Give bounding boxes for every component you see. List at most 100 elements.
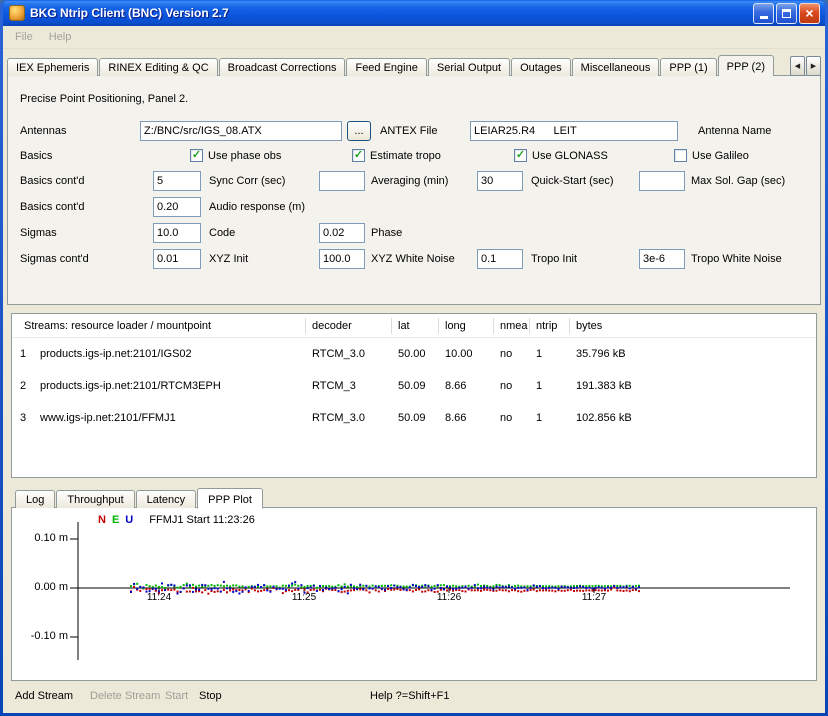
tropo-init-input[interactable] <box>477 249 523 269</box>
tab-scroll-right-button[interactable]: ▶ <box>806 56 821 76</box>
browse-button[interactable]: ... <box>347 121 371 141</box>
nmea-cell: no <box>494 348 530 360</box>
tab-broadcast-corrections[interactable]: Broadcast Corrections <box>219 58 346 76</box>
phase-sigma-input[interactable] <box>319 223 365 243</box>
stream-row[interactable]: 3 www.igs-ip.net:2101/FFMJ1 RTCM_3.0 50.… <box>12 402 816 434</box>
basics-contd2-label: Basics cont'd <box>20 201 84 213</box>
menu-help[interactable]: Help <box>41 28 80 46</box>
tab-outages[interactable]: Outages <box>511 58 571 76</box>
minimize-button[interactable] <box>753 3 774 24</box>
view-tab-ppp-plot[interactable]: PPP Plot <box>197 488 263 509</box>
ppp-plot-panel: N E U FFMJ1 Start 11:23:26 0.10 m 0.00 m… <box>11 507 817 681</box>
title-bar[interactable]: BKG Ntrip Client (BNC) Version 2.7 × <box>3 0 825 26</box>
view-tab-throughput[interactable]: Throughput <box>56 490 134 508</box>
tab-feed-engine[interactable]: Feed Engine <box>346 58 426 76</box>
lat-cell: 50.09 <box>392 380 439 392</box>
max-sol-gap-input[interactable] <box>639 171 685 191</box>
add-stream-button[interactable]: Add Stream <box>15 690 73 702</box>
ntrip-cell: 1 <box>530 412 570 424</box>
legend-u: U <box>125 514 133 526</box>
estimate-tropo-label: Estimate tropo <box>370 150 441 162</box>
averaging-label: Averaging (min) <box>371 175 448 187</box>
streams-table: Streams: resource loader / mountpoint de… <box>11 313 817 478</box>
tab-bar: IEX Ephemeris RINEX Editing & QC Broadca… <box>7 54 821 76</box>
xyz-init-input[interactable] <box>153 249 201 269</box>
sync-corr-label: Sync Corr (sec) <box>209 175 285 187</box>
tab-scroll-controls: ◀ ▶ <box>790 56 821 76</box>
mountpoint-cell: www.igs-ip.net:2101/FFMJ1 <box>34 412 306 424</box>
xyz-white-noise-input[interactable] <box>319 249 365 269</box>
stream-row[interactable]: 2 products.igs-ip.net:2101/RTCM3EPH RTCM… <box>12 370 816 402</box>
col-header-long[interactable]: long <box>439 318 494 334</box>
quick-start-input[interactable] <box>477 171 523 191</box>
delete-stream-button[interactable]: Delete Stream <box>90 690 160 702</box>
col-header-lat[interactable]: lat <box>392 318 439 334</box>
tab-ppp-2[interactable]: PPP (2) <box>718 55 774 76</box>
col-header-ntrip[interactable]: ntrip <box>530 318 570 334</box>
xyz-init-label: XYZ Init <box>209 253 248 265</box>
tab-ppp-1[interactable]: PPP (1) <box>660 58 716 76</box>
view-tab-bar: Log Throughput Latency PPP Plot <box>15 487 825 508</box>
start-button[interactable]: Start <box>165 690 188 702</box>
y-tick-label-bottom: -0.10 m <box>18 630 68 642</box>
averaging-input[interactable] <box>319 171 365 191</box>
col-header-mountpoint[interactable]: Streams: resource loader / mountpoint <box>12 318 306 334</box>
action-bar: Add Stream Delete Stream Start Stop Help… <box>3 681 825 713</box>
plot-annotation: FFMJ1 Start 11:23:26 <box>149 514 255 526</box>
ppp2-panel: Precise Point Positioning, Panel 2. Ante… <box>7 75 821 305</box>
tab-rinex-ephemeris[interactable]: IEX Ephemeris <box>7 58 98 76</box>
plot-legend: N E U FFMJ1 Start 11:23:26 <box>98 514 255 526</box>
menu-bar: File Help <box>3 26 825 49</box>
tab-miscellaneous[interactable]: Miscellaneous <box>572 58 660 76</box>
checkbox-icon <box>674 149 687 162</box>
checkbox-icon: ✓ <box>352 149 365 162</box>
use-glonass-label: Use GLONASS <box>532 150 608 162</box>
sync-corr-input[interactable] <box>153 171 201 191</box>
tab-serial-output[interactable]: Serial Output <box>428 58 510 76</box>
use-galileo-label: Use Galileo <box>692 150 749 162</box>
antex-file-label: ANTEX File <box>380 125 437 137</box>
legend-n: N <box>98 514 106 526</box>
use-galileo-checkbox[interactable]: Use Galileo <box>674 148 749 163</box>
decoder-cell: RTCM_3.0 <box>306 412 392 424</box>
left-arrow-icon: ◀ <box>795 62 800 70</box>
sigmas-label: Sigmas <box>20 227 57 239</box>
stream-row[interactable]: 1 products.igs-ip.net:2101/IGS02 RTCM_3.… <box>12 338 816 370</box>
col-header-decoder[interactable]: decoder <box>306 318 392 334</box>
checkmark-icon: ✓ <box>192 150 201 161</box>
ntrip-cell: 1 <box>530 380 570 392</box>
close-icon: × <box>805 6 813 20</box>
tab-rinex-editing-qc[interactable]: RINEX Editing & QC <box>99 58 217 76</box>
code-sigma-label: Code <box>209 227 235 239</box>
long-cell: 8.66 <box>439 380 494 392</box>
tropo-init-label: Tropo Init <box>531 253 577 265</box>
audio-response-input[interactable] <box>153 197 201 217</box>
close-button[interactable]: × <box>799 3 820 24</box>
row-number: 3 <box>12 412 34 424</box>
long-cell: 8.66 <box>439 412 494 424</box>
menu-file[interactable]: File <box>7 28 41 46</box>
checkbox-icon: ✓ <box>190 149 203 162</box>
use-phase-obs-label: Use phase obs <box>208 150 281 162</box>
estimate-tropo-checkbox[interactable]: ✓ Estimate tropo <box>352 148 441 163</box>
sigmas-contd-label: Sigmas cont'd <box>20 253 89 265</box>
antex-file-input[interactable] <box>470 121 678 141</box>
code-sigma-input[interactable] <box>153 223 201 243</box>
antennas-input[interactable] <box>140 121 342 141</box>
row-number: 1 <box>12 348 34 360</box>
antennas-label: Antennas <box>20 125 66 137</box>
max-sol-gap-label: Max Sol. Gap (sec) <box>691 175 785 187</box>
tab-scroll-left-button[interactable]: ◀ <box>790 56 805 76</box>
use-phase-obs-checkbox[interactable]: ✓ Use phase obs <box>190 148 281 163</box>
lat-cell: 50.00 <box>392 348 439 360</box>
mountpoint-cell: products.igs-ip.net:2101/RTCM3EPH <box>34 380 306 392</box>
stop-button[interactable]: Stop <box>199 690 222 702</box>
maximize-button[interactable] <box>776 3 797 24</box>
view-tab-latency[interactable]: Latency <box>136 490 197 508</box>
col-header-bytes[interactable]: bytes <box>570 318 816 334</box>
use-glonass-checkbox[interactable]: ✓ Use GLONASS <box>514 148 608 163</box>
col-header-nmea[interactable]: nmea <box>494 318 530 334</box>
view-tab-log[interactable]: Log <box>15 490 55 508</box>
y-tick-label-top: 0.10 m <box>18 532 68 544</box>
tropo-white-noise-input[interactable] <box>639 249 685 269</box>
